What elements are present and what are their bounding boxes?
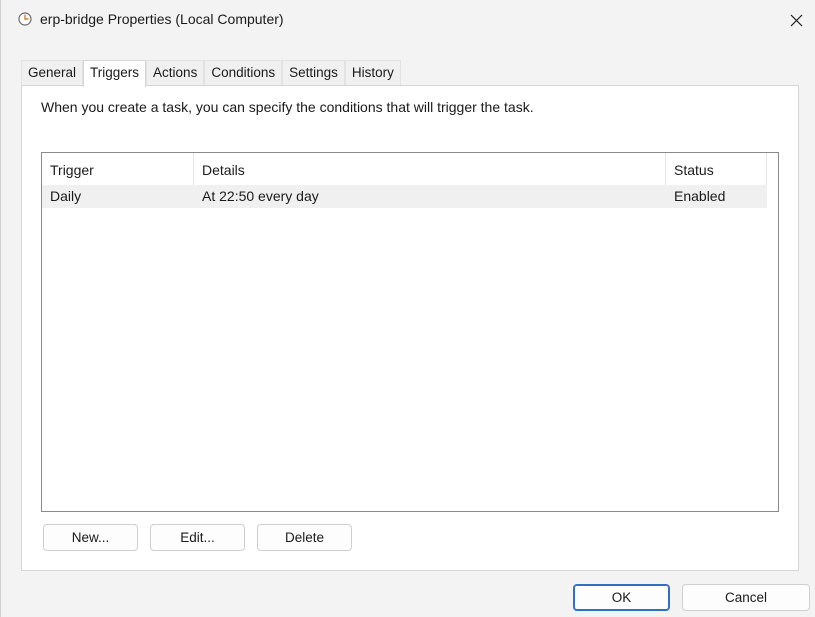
row-trigger-cell: Daily <box>50 188 82 204</box>
properties-window: erp-bridge Properties (Local Computer) G… <box>0 0 815 617</box>
close-icon <box>790 14 802 26</box>
title-bar[interactable]: erp-bridge Properties (Local Computer) <box>1 0 815 42</box>
column-header-details[interactable]: Details <box>194 153 666 185</box>
tab-settings[interactable]: Settings <box>282 60 345 86</box>
window-title: erp-bridge Properties (Local Computer) <box>40 11 284 27</box>
tab-history[interactable]: History <box>344 60 401 86</box>
clock-icon <box>18 12 32 26</box>
edit-trigger-button[interactable]: Edit... <box>150 524 245 551</box>
tab-triggers[interactable]: Triggers <box>83 60 147 87</box>
triggers-list[interactable]: Trigger Details Status Daily At 22:50 ev… <box>41 152 779 512</box>
tab-conditions[interactable]: Conditions <box>204 60 283 86</box>
row-details-cell: At 22:50 every day <box>202 188 319 204</box>
tab-strip: General Triggers Actions Conditions Sett… <box>21 58 401 87</box>
ok-button[interactable]: OK <box>573 584 670 611</box>
column-header-status[interactable]: Status <box>666 153 767 185</box>
cancel-button[interactable]: Cancel <box>682 584 810 611</box>
row-status-cell: Enabled <box>674 188 726 204</box>
close-button[interactable] <box>776 2 815 38</box>
tab-actions[interactable]: Actions <box>146 60 205 86</box>
table-row[interactable]: Daily At 22:50 every day Enabled <box>42 185 767 208</box>
list-header: Trigger Details Status <box>42 153 767 185</box>
tab-general[interactable]: General <box>21 60 84 86</box>
new-trigger-button[interactable]: New... <box>43 524 138 551</box>
delete-trigger-button[interactable]: Delete <box>257 524 352 551</box>
triggers-panel: When you create a task, you can specify … <box>21 85 799 571</box>
column-header-trigger[interactable]: Trigger <box>42 153 194 185</box>
triggers-description: When you create a task, you can specify … <box>41 99 534 115</box>
